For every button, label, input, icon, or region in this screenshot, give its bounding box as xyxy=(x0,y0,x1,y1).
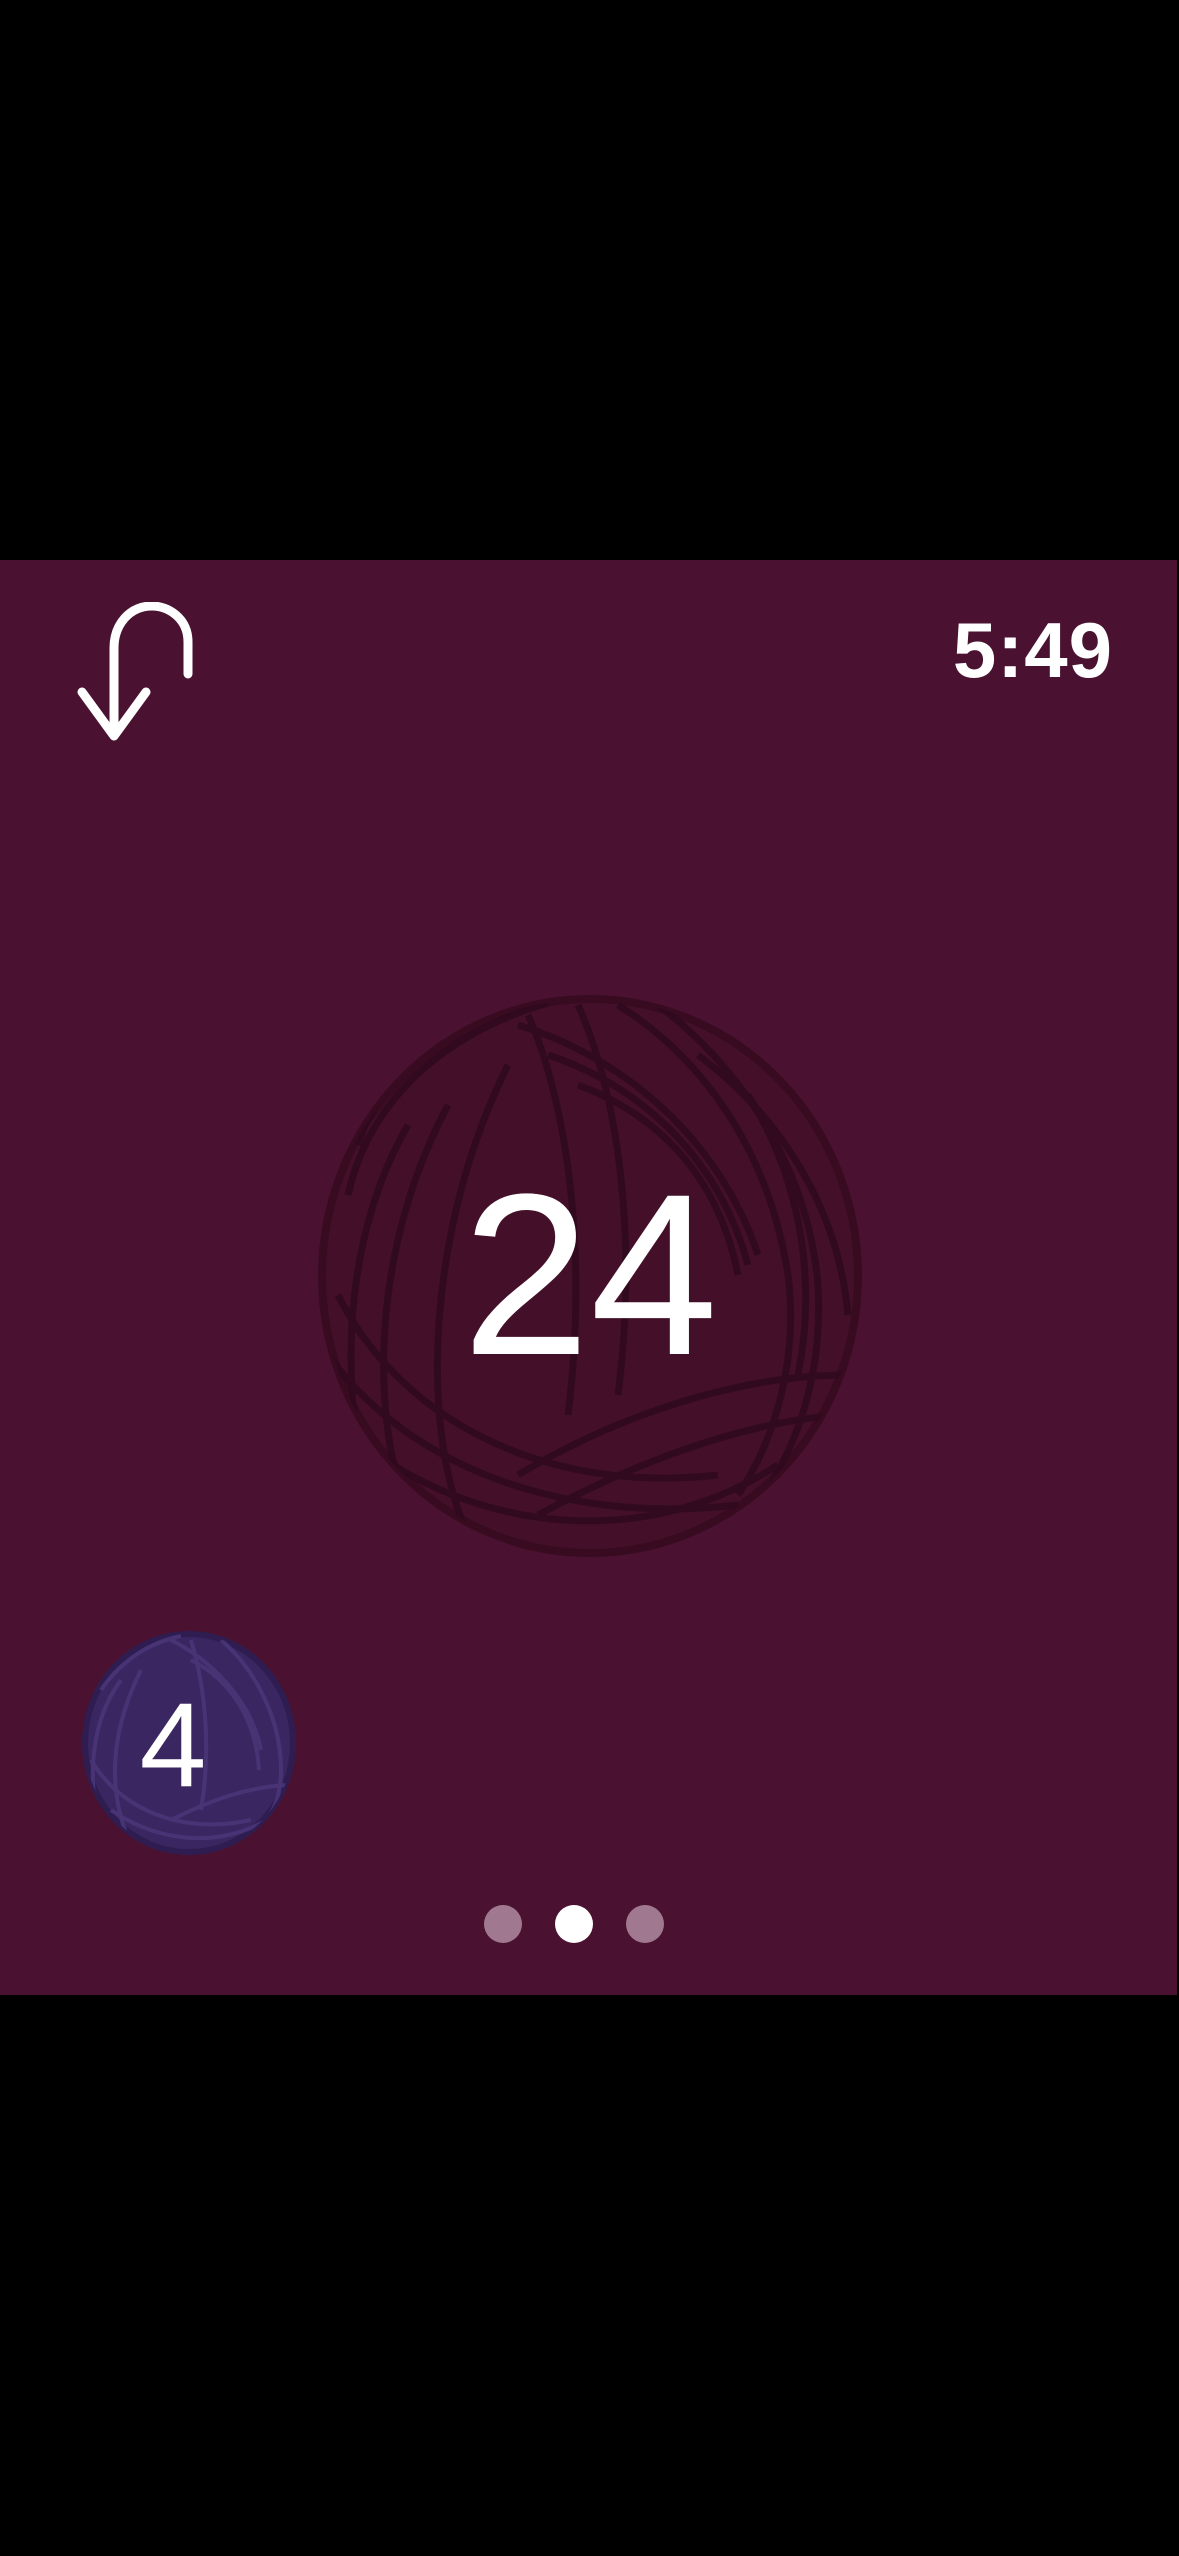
undo-button[interactable] xyxy=(74,602,194,752)
page-dot-1[interactable] xyxy=(484,1905,522,1943)
secondary-counter[interactable]: 4 xyxy=(81,1630,297,1856)
secondary-count-value: 4 xyxy=(139,1678,207,1812)
page-dot-3[interactable] xyxy=(626,1905,664,1943)
page-indicator xyxy=(484,1905,664,1945)
page-dot-2-active[interactable] xyxy=(555,1905,593,1943)
main-count-value: 24 xyxy=(462,1146,718,1403)
undo-icon xyxy=(77,602,193,741)
counter-screen: 5:49 24 4 xyxy=(0,560,1177,1995)
status-time: 5:49 xyxy=(952,606,1113,694)
main-row-counter[interactable]: 24 xyxy=(318,995,862,1557)
